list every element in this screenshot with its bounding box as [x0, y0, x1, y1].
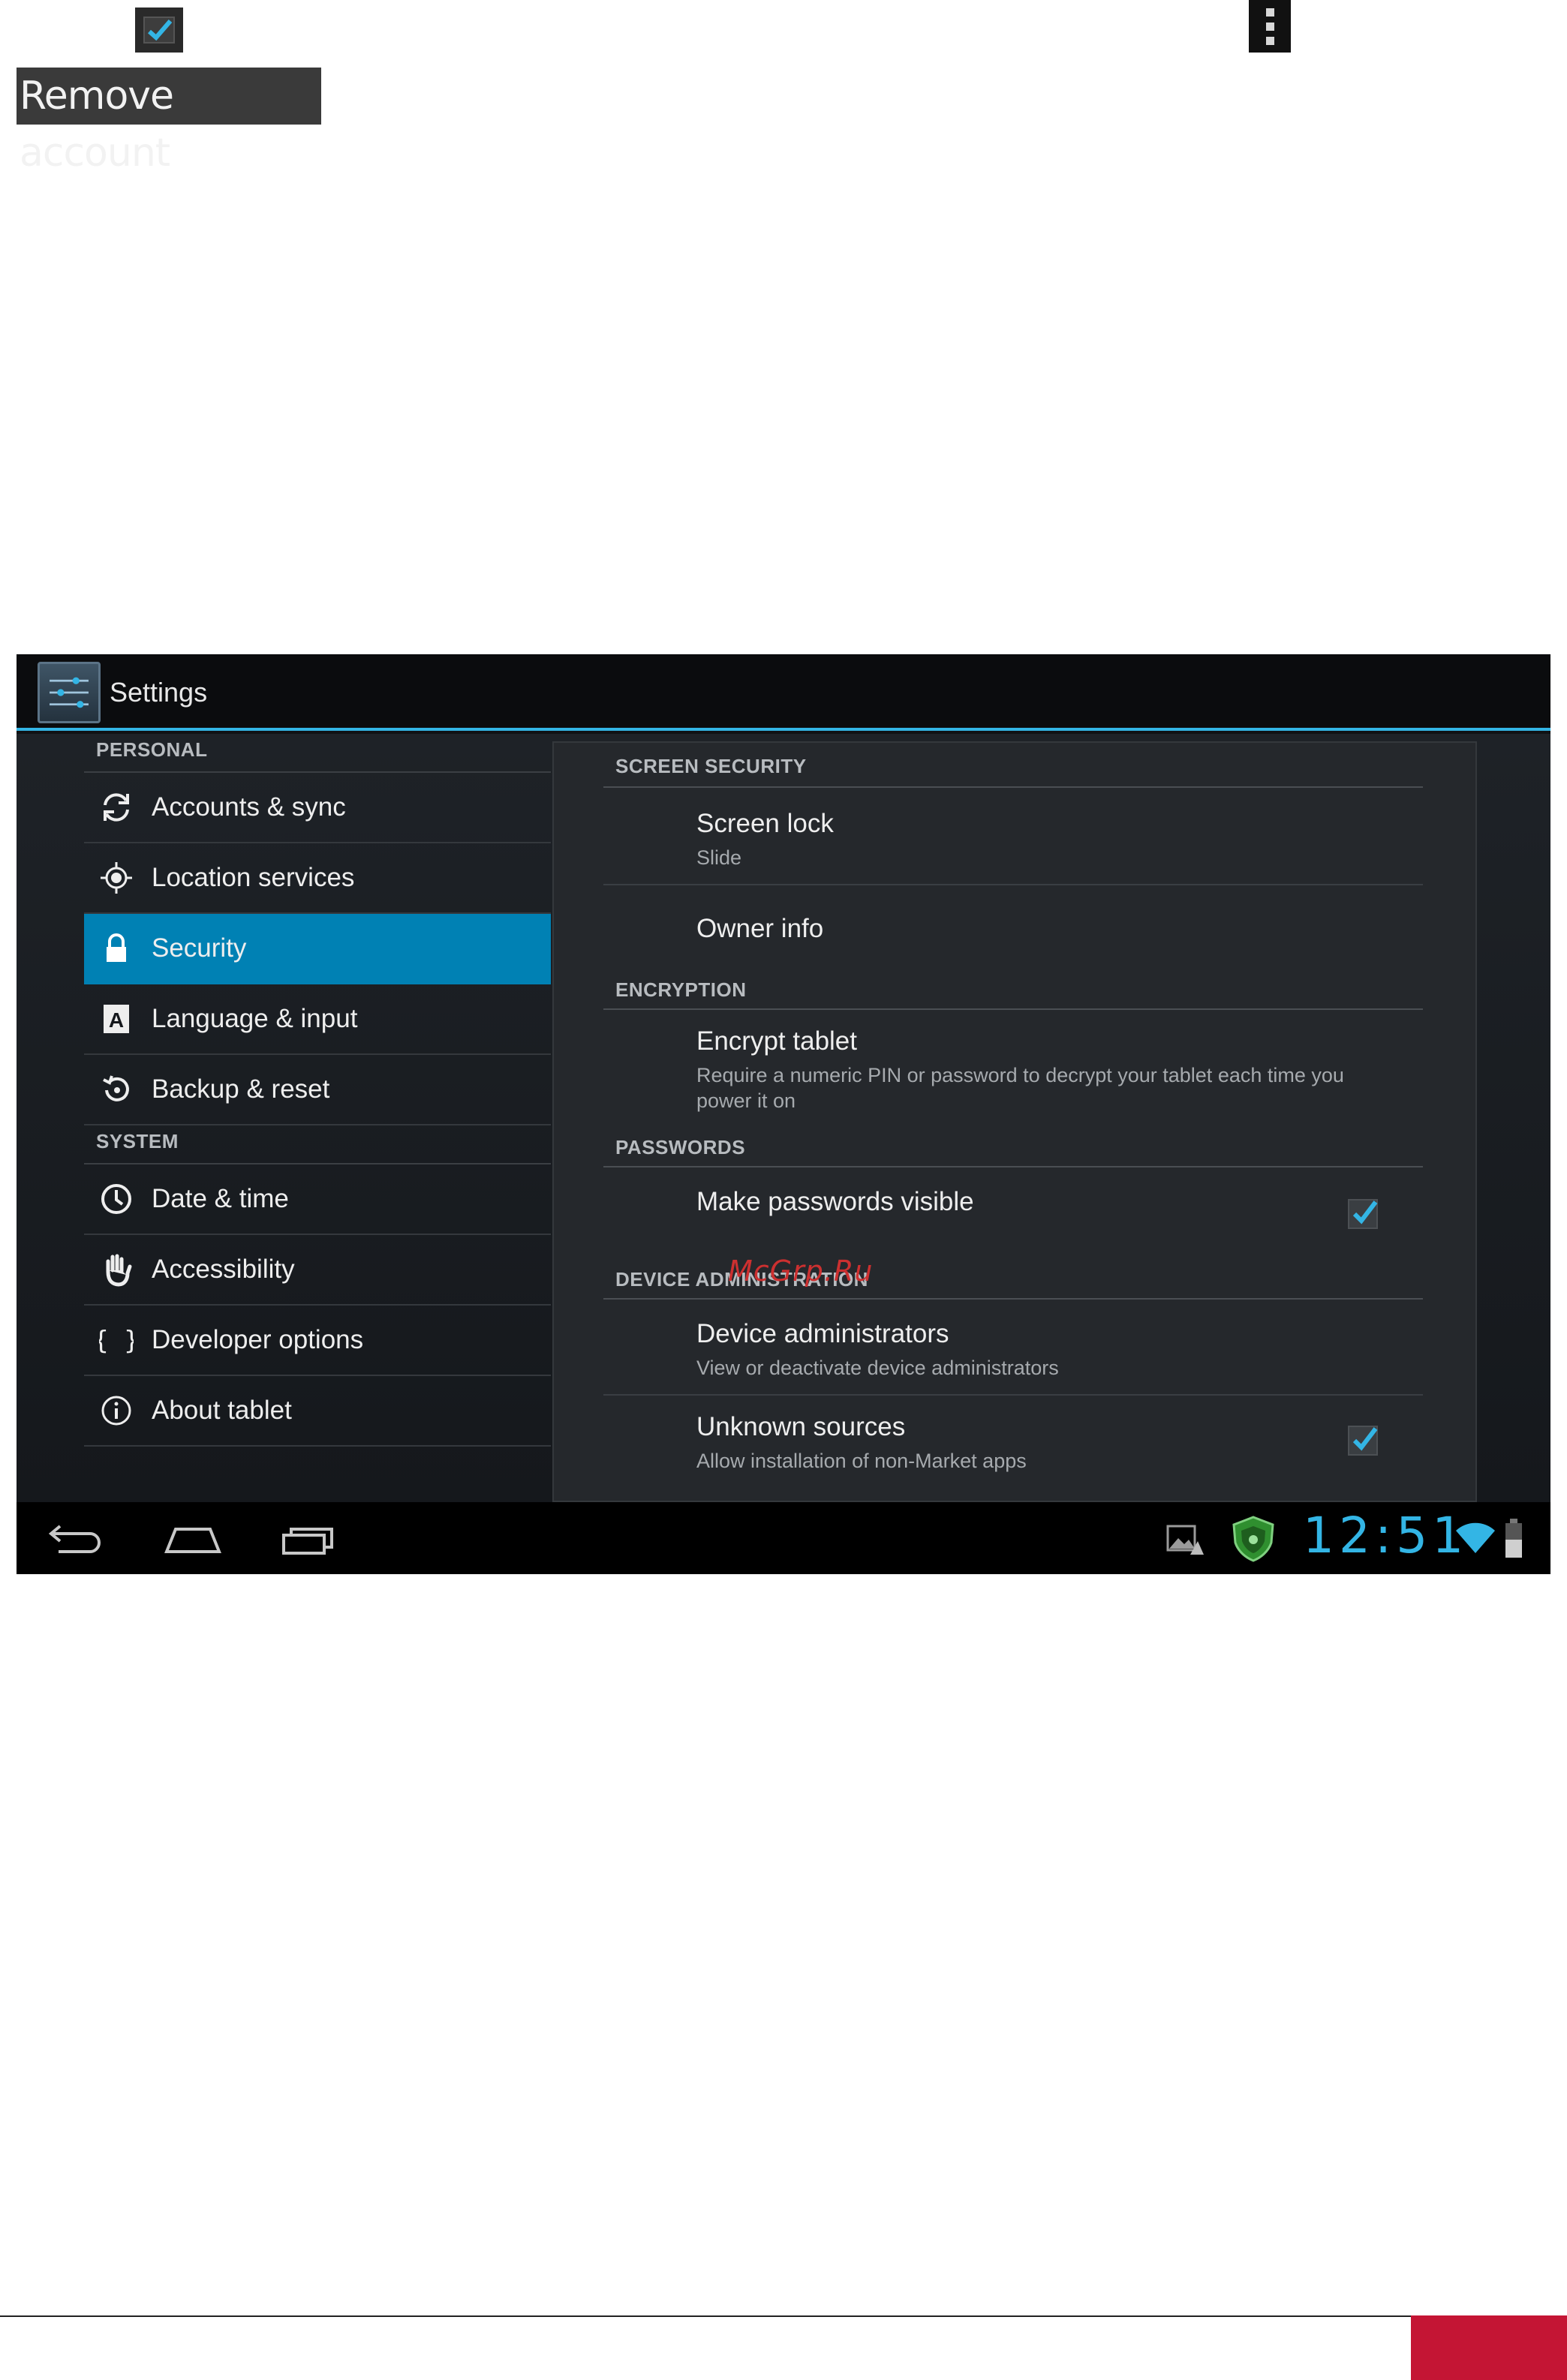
remove-account-menu-item: Remove account [17, 68, 321, 176]
setting-title: Device administrators [696, 1319, 949, 1348]
svg-text:{ }: { } [99, 1326, 134, 1356]
sync-icon [96, 787, 137, 828]
sidebar-item-backup-reset[interactable]: Backup & reset [84, 1055, 551, 1125]
app-title: Settings [110, 677, 208, 708]
setting-title: Unknown sources [696, 1412, 906, 1441]
owner-info-setting[interactable]: Owner info [603, 885, 1423, 978]
back-icon[interactable] [44, 1516, 111, 1561]
category-system: SYSTEM [84, 1125, 551, 1164]
lock-icon [96, 928, 137, 969]
sidebar-item-label: Accounts & sync [152, 792, 346, 822]
settings-sidebar: PERSONAL Accounts & sync Location servic… [84, 734, 566, 1502]
setting-title: Make passwords visible [696, 1187, 974, 1216]
screen-lock-setting[interactable]: Screen lock Slide [603, 788, 1423, 885]
action-bar: Settings [17, 654, 1550, 731]
section-encryption: ENCRYPTION [603, 978, 1423, 1010]
sidebar-item-accounts-sync[interactable]: Accounts & sync [84, 773, 551, 843]
tablet-screenshot: Settings PERSONAL Accounts & sync Locati… [17, 654, 1550, 1574]
section-device-administration: DEVICE ADMINISTRATION [603, 1268, 1423, 1300]
recent-apps-icon[interactable] [276, 1516, 344, 1561]
make-passwords-visible-checkbox[interactable] [1348, 1199, 1378, 1229]
info-icon [96, 1390, 137, 1431]
settings-content: PERSONAL Accounts & sync Location servic… [17, 734, 1550, 1502]
device-administrators-setting[interactable]: Device administrators View or deactivate… [603, 1300, 1423, 1396]
svg-text:A: A [109, 1008, 124, 1032]
setting-summary: Require a numeric PIN or password to dec… [696, 1064, 1344, 1112]
setting-title: Owner info [696, 914, 824, 943]
sidebar-item-language-input[interactable]: A Language & input [84, 984, 551, 1055]
backup-icon [96, 1069, 137, 1110]
sidebar-item-label: Language & input [152, 1004, 358, 1033]
sidebar-item-accessibility[interactable]: Accessibility [84, 1235, 551, 1306]
status-clock[interactable]: 12:51 [1303, 1507, 1468, 1564]
section-screen-security: SCREEN SECURITY [603, 743, 1423, 788]
overflow-menu-icon [1249, 0, 1291, 53]
setting-summary: Slide [696, 846, 742, 869]
watermark: McGrp.Ru [728, 1255, 874, 1288]
sidebar-item-label: Backup & reset [152, 1074, 330, 1104]
braces-icon: { } [96, 1320, 137, 1360]
sidebar-item-date-time[interactable]: Date & time [84, 1164, 551, 1235]
footer-divider [0, 2315, 1411, 2317]
category-personal: PERSONAL [84, 734, 551, 773]
battery-icon [1504, 1517, 1523, 1559]
sidebar-item-security[interactable]: Security [84, 914, 551, 984]
setting-title: Screen lock [696, 809, 834, 838]
encrypt-tablet-setting[interactable]: Encrypt tablet Require a numeric PIN or … [603, 1010, 1423, 1136]
make-passwords-visible-setting[interactable]: Make passwords visible [603, 1167, 1423, 1268]
home-icon[interactable] [159, 1516, 227, 1561]
unknown-sources-checkbox[interactable] [1348, 1426, 1378, 1456]
sidebar-item-label: Location services [152, 863, 355, 892]
unknown-sources-setting[interactable]: Unknown sources Allow installation of no… [603, 1396, 1423, 1492]
security-settings-panel: SCREEN SECURITY Screen lock Slide Owner … [552, 741, 1477, 1502]
sidebar-item-label: Accessibility [152, 1255, 295, 1284]
footer-accent-block [1411, 2315, 1567, 2380]
screenshot-notification-icon[interactable] [1165, 1522, 1204, 1558]
section-passwords: PASSWORDS [603, 1136, 1423, 1167]
keyboard-letter-icon: A [96, 999, 137, 1039]
shield-app-icon[interactable] [1229, 1514, 1277, 1562]
sidebar-item-developer-options[interactable]: { } Developer options [84, 1306, 551, 1376]
clock-icon [96, 1179, 137, 1219]
settings-app-icon[interactable] [38, 662, 101, 723]
setting-summary: Allow installation of non-Market apps [696, 1450, 1027, 1472]
sidebar-item-label: Developer options [152, 1325, 364, 1354]
wifi-icon [1454, 1519, 1496, 1556]
setting-summary: View or deactivate device administrators [696, 1357, 1059, 1379]
sidebar-item-label: Security [152, 933, 247, 963]
system-bar: 12:51 [17, 1502, 1550, 1574]
checkbox-icon [135, 8, 183, 53]
location-icon [96, 858, 137, 898]
sidebar-item-about-tablet[interactable]: About tablet [84, 1376, 551, 1447]
hand-icon [96, 1249, 137, 1290]
sidebar-item-label: Date & time [152, 1184, 289, 1213]
sidebar-item-label: About tablet [152, 1396, 292, 1425]
setting-title: Encrypt tablet [696, 1026, 857, 1056]
sidebar-item-location-services[interactable]: Location services [84, 843, 551, 914]
